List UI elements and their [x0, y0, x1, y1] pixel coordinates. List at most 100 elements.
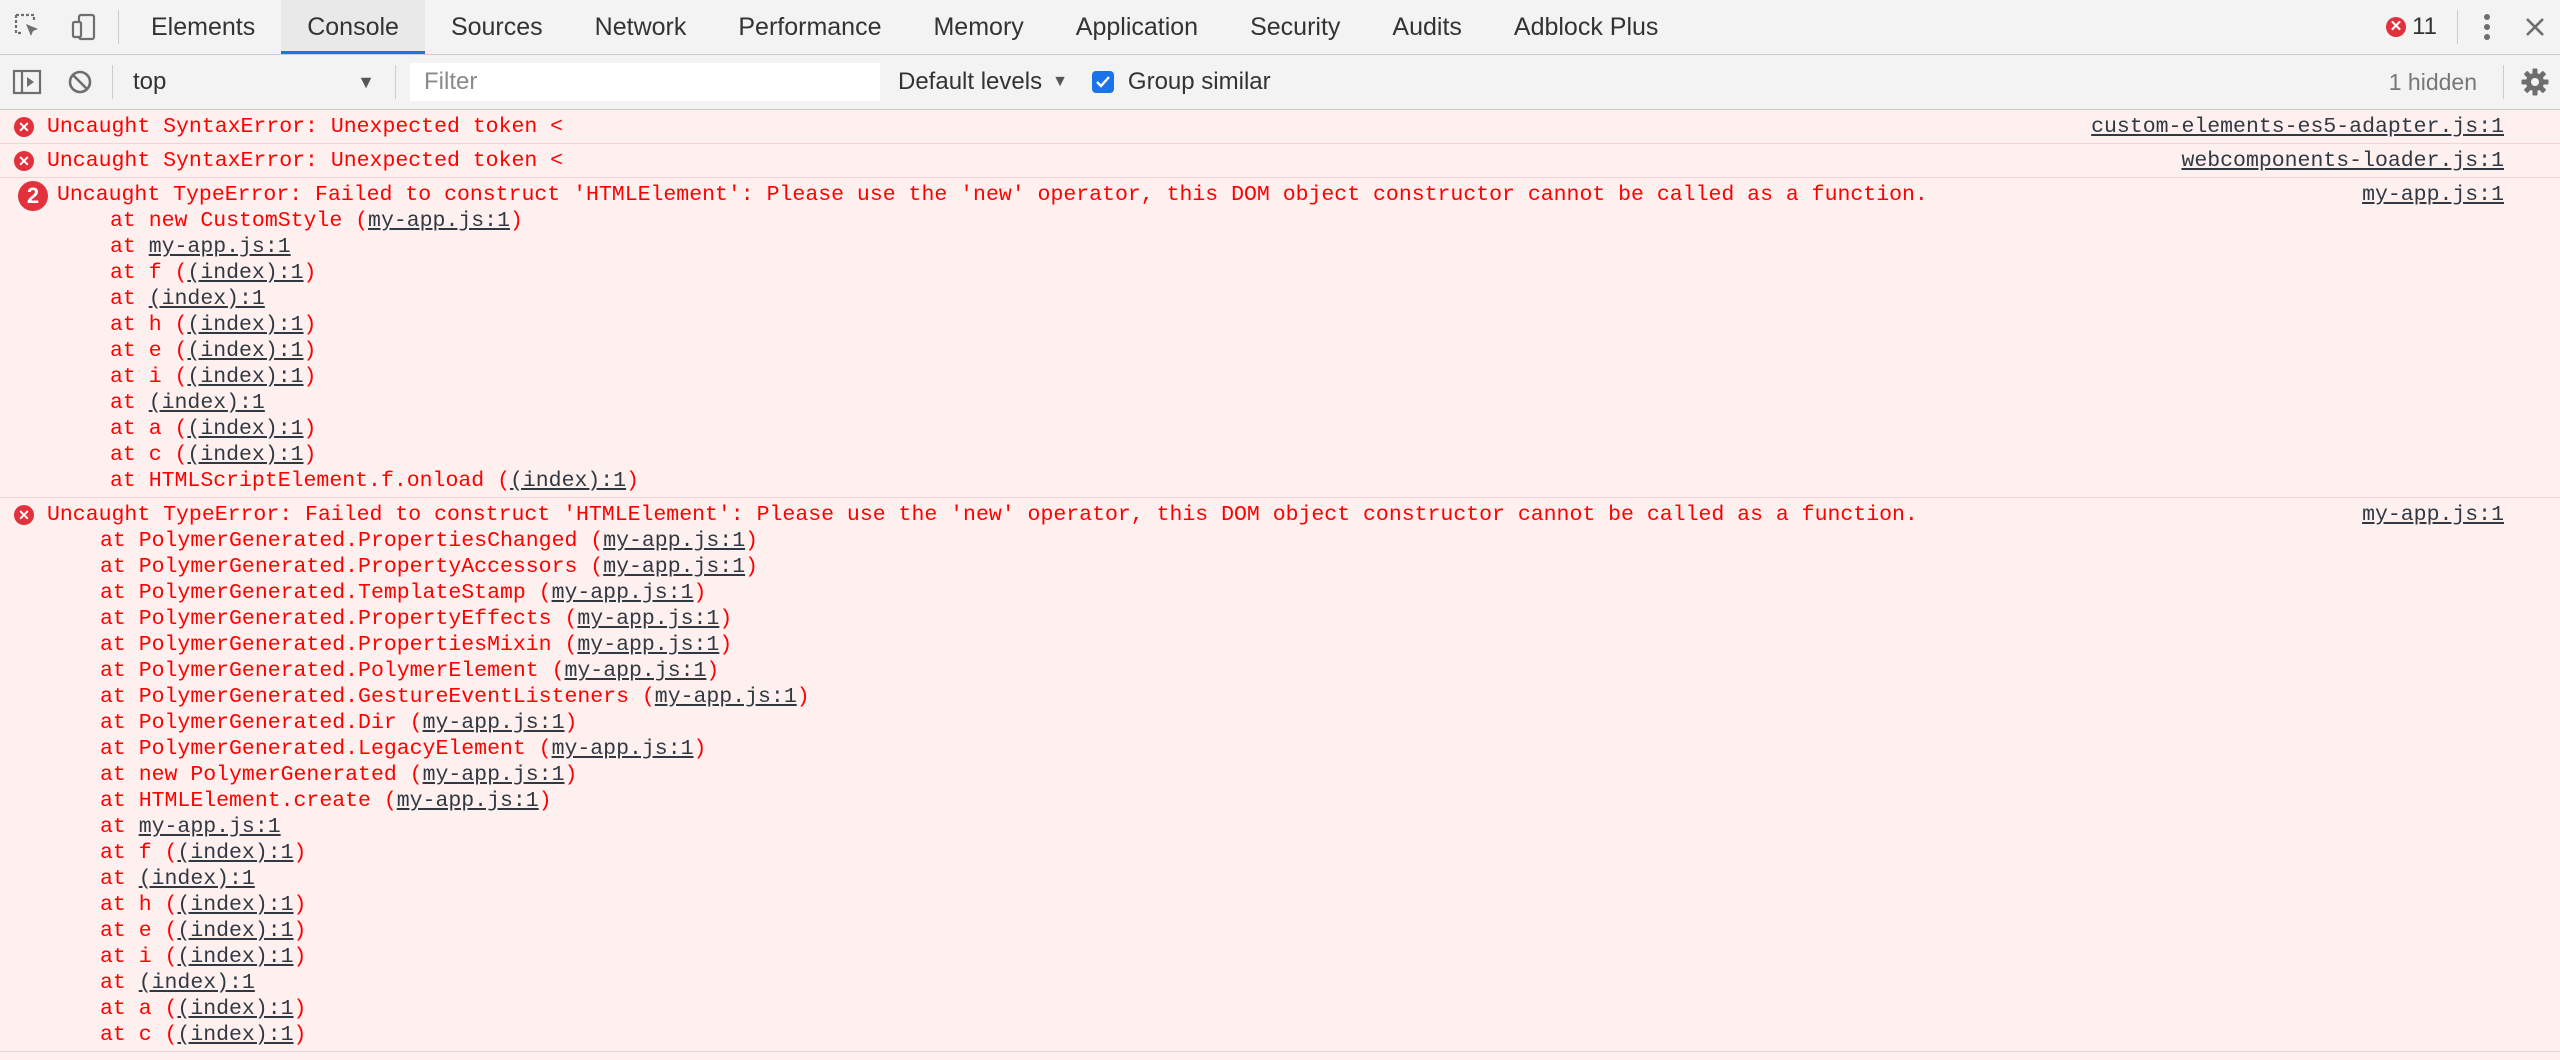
log-levels-label: Default levels: [898, 68, 1043, 95]
stack-frame-link[interactable]: (index):1: [187, 313, 303, 337]
stack-frame-link[interactable]: (index):1: [187, 417, 303, 441]
stack-frame-link[interactable]: my-app.js:1: [423, 763, 565, 787]
stack-frame: at my-app.js:1: [57, 234, 2560, 260]
stack-frame-link[interactable]: (index):1: [177, 945, 293, 969]
stack-frame-function: at e (: [110, 339, 188, 363]
chevron-down-icon: ▼: [1052, 73, 1068, 90]
stack-frame-link[interactable]: (index):1: [177, 841, 293, 865]
more-options-icon[interactable]: [2464, 0, 2510, 54]
tab-network[interactable]: Network: [569, 0, 713, 54]
stack-frame-function: at PolymerGenerated.PropertyEffects (: [100, 607, 578, 631]
clear-console-icon[interactable]: [54, 55, 106, 109]
stack-frame-link[interactable]: (index):1: [187, 365, 303, 389]
stack-frame-link[interactable]: my-app.js:1: [655, 685, 797, 709]
stack-frame-link[interactable]: (index):1: [510, 469, 626, 493]
stack-frame-function: at PolymerGenerated.PropertiesChanged (: [100, 529, 604, 553]
error-message-text: Uncaught TypeError: Failed to construct …: [47, 503, 1918, 527]
tab-performance[interactable]: Performance: [712, 0, 907, 54]
close-devtools-icon[interactable]: [2510, 0, 2560, 54]
stack-frame-link[interactable]: my-app.js:1: [368, 209, 510, 233]
stack-frame-suffix: ): [303, 261, 317, 285]
stack-frame-link[interactable]: my-app.js:1: [577, 607, 719, 631]
stack-frame: at (index):1: [57, 390, 2560, 416]
error-icon: ✕: [14, 117, 34, 137]
stack-frame: at e ((index):1): [47, 918, 2560, 944]
stack-frame-link[interactable]: (index):1: [177, 919, 293, 943]
stack-frame-function: at PolymerGenerated.GestureEventListener…: [100, 685, 655, 709]
tab-audits[interactable]: Audits: [1366, 0, 1487, 54]
devtools-tab-bar: Elements Console Sources Network Performance…: [0, 0, 2560, 55]
stack-frame-suffix: ): [796, 685, 810, 709]
stack-frame-link[interactable]: my-app.js:1: [423, 711, 565, 735]
stack-frame-link[interactable]: (index):1: [139, 971, 255, 995]
inspect-element-icon[interactable]: [0, 0, 56, 54]
tab-memory[interactable]: Memory: [907, 0, 1049, 54]
checkmark-icon: [1091, 71, 1114, 93]
toolbar-divider: [2457, 10, 2458, 44]
console-error-message: ✕ Uncaught SyntaxError: Unexpected token …: [0, 110, 2560, 144]
stack-frame-link[interactable]: (index):1: [149, 391, 265, 415]
stack-frame-link[interactable]: my-app.js:1: [603, 555, 745, 579]
stack-frame-suffix: ): [303, 417, 317, 441]
tab-application[interactable]: Application: [1050, 0, 1224, 54]
stack-frame-link[interactable]: my-app.js:1: [552, 737, 694, 761]
stack-frame: at PolymerGenerated.PropertyAccessors (m…: [47, 554, 2560, 580]
stack-frame: at PolymerGenerated.PolymerElement (my-a…: [47, 658, 2560, 684]
stack-frame-function: at a (: [110, 417, 188, 441]
stack-frame: at c ((index):1): [57, 442, 2560, 468]
stack-frame: at h ((index):1): [57, 312, 2560, 338]
source-link[interactable]: custom-elements-es5-adapter.js:1: [2091, 114, 2504, 140]
stack-frame-function: at c (: [100, 1023, 178, 1047]
group-similar-checkbox[interactable]: Group similar: [1086, 68, 1271, 96]
stack-frame-link[interactable]: (index):1: [187, 443, 303, 467]
filter-input[interactable]: [410, 63, 880, 101]
stack-frame-suffix: ): [293, 1023, 307, 1047]
stack-frame: at i ((index):1): [47, 944, 2560, 970]
stack-frame-function: at: [110, 391, 149, 415]
tab-bar-right: ✕ 11: [2372, 0, 2560, 54]
stack-frame-link[interactable]: (index):1: [139, 867, 255, 891]
error-icon: ✕: [14, 505, 34, 525]
tab-security[interactable]: Security: [1224, 0, 1366, 54]
tab-adblock-plus[interactable]: Adblock Plus: [1488, 0, 1685, 54]
stack-frame-link[interactable]: (index):1: [177, 893, 293, 917]
console-settings-gear-icon[interactable]: [2510, 55, 2560, 109]
stack-frame-suffix: ): [564, 763, 578, 787]
stack-frame-link[interactable]: my-app.js:1: [397, 789, 539, 813]
stack-frame-suffix: ): [538, 789, 552, 813]
stack-frame: at my-app.js:1: [47, 814, 2560, 840]
stack-frame-link[interactable]: (index):1: [177, 1023, 293, 1047]
panel-tabs: Elements Console Sources Network Performance…: [125, 0, 1684, 54]
stack-frame-link[interactable]: (index):1: [149, 287, 265, 311]
error-counter[interactable]: ✕ 11: [2372, 13, 2451, 41]
stack-frame-link[interactable]: my-app.js:1: [564, 659, 706, 683]
device-toolbar-icon[interactable]: [56, 0, 112, 54]
error-icon: ✕: [2386, 17, 2407, 37]
stack-frame-function: at PolymerGenerated.Dir (: [100, 711, 423, 735]
stack-frame-function: at i (: [100, 945, 178, 969]
tab-console[interactable]: Console: [281, 0, 425, 54]
stack-frame-link[interactable]: my-app.js:1: [603, 529, 745, 553]
stack-frame-function: at PolymerGenerated.PropertyAccessors (: [100, 555, 604, 579]
context-selector[interactable]: top ▼: [119, 62, 389, 102]
tab-sources[interactable]: Sources: [425, 0, 569, 54]
stack-frame-link[interactable]: (index):1: [187, 261, 303, 285]
stack-frame-link[interactable]: my-app.js:1: [149, 235, 291, 259]
tab-elements[interactable]: Elements: [125, 0, 281, 54]
error-message-text: Uncaught SyntaxError: Unexpected token <: [47, 149, 564, 173]
stack-frame-suffix: ): [303, 313, 317, 337]
source-link[interactable]: my-app.js:1: [2362, 502, 2504, 528]
stack-frame-link[interactable]: my-app.js:1: [552, 581, 694, 605]
stack-frame: at i ((index):1): [57, 364, 2560, 390]
source-link[interactable]: my-app.js:1: [2362, 182, 2504, 208]
stack-frame-link[interactable]: my-app.js:1: [139, 815, 281, 839]
stack-frame: at PolymerGenerated.LegacyElement (my-ap…: [47, 736, 2560, 762]
stack-frame: at (index):1: [47, 866, 2560, 892]
show-sidebar-icon[interactable]: [0, 55, 54, 109]
log-levels-dropdown[interactable]: Default levels ▼: [880, 68, 1086, 96]
source-link[interactable]: webcomponents-loader.js:1: [2181, 148, 2504, 174]
stack-frame-link[interactable]: (index):1: [187, 339, 303, 363]
stack-frame-link[interactable]: my-app.js:1: [577, 633, 719, 657]
stack-frame: at PolymerGenerated.PropertiesMixin (my-…: [47, 632, 2560, 658]
stack-frame-link[interactable]: (index):1: [177, 997, 293, 1021]
